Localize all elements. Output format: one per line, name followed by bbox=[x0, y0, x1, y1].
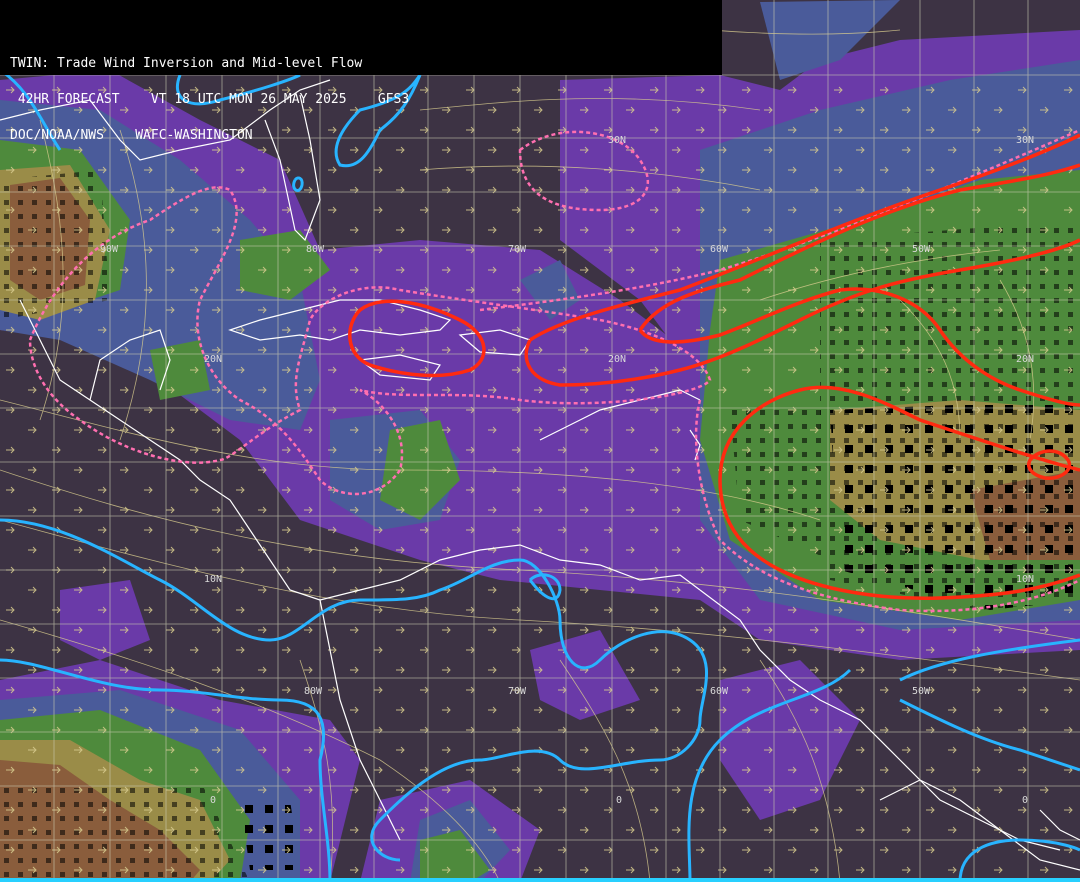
lon-label-70w-south: 70W bbox=[508, 686, 527, 697]
lat-label-10n-west: 10N bbox=[204, 574, 222, 585]
lat-label-20n-east: 20N bbox=[1016, 354, 1034, 365]
forecast-header: TWIN: Trade Wind Inversion and Mid-level… bbox=[0, 0, 722, 142]
header-title: TWIN: Trade Wind Inversion and Mid-level… bbox=[10, 56, 363, 71]
lon-label-90w: 90W bbox=[100, 244, 119, 255]
lon-label-60w-north: 60W bbox=[710, 244, 729, 255]
lat-label-20n-center: 20N bbox=[608, 354, 626, 365]
lon-label-80w-south: 80W bbox=[304, 686, 323, 697]
lat-label-10n-east: 10N bbox=[1016, 574, 1034, 585]
lon-label-50w-north: 50W bbox=[912, 244, 931, 255]
lat-label-20n-west: 20N bbox=[204, 354, 222, 365]
header-agency: DOC/NOAA/NWS WAFC-WASHINGTON bbox=[10, 128, 253, 143]
lon-label-80w-north: 80W bbox=[306, 244, 325, 255]
lat-label-0-east: 0 bbox=[1022, 795, 1028, 806]
lat-label-0-center: 0 bbox=[616, 795, 622, 806]
bottom-border bbox=[0, 878, 1080, 882]
lon-label-50w-south: 50W bbox=[912, 686, 931, 697]
header-forecast-time: 42HR FORECAST VT 18 UTC MON 26 MAY 2025 … bbox=[10, 92, 410, 107]
lat-label-30n-east: 30N bbox=[1016, 135, 1034, 146]
lat-label-0-west: 0 bbox=[210, 795, 216, 806]
lon-label-60w-south: 60W bbox=[710, 686, 729, 697]
lon-label-70w-north: 70W bbox=[508, 244, 527, 255]
